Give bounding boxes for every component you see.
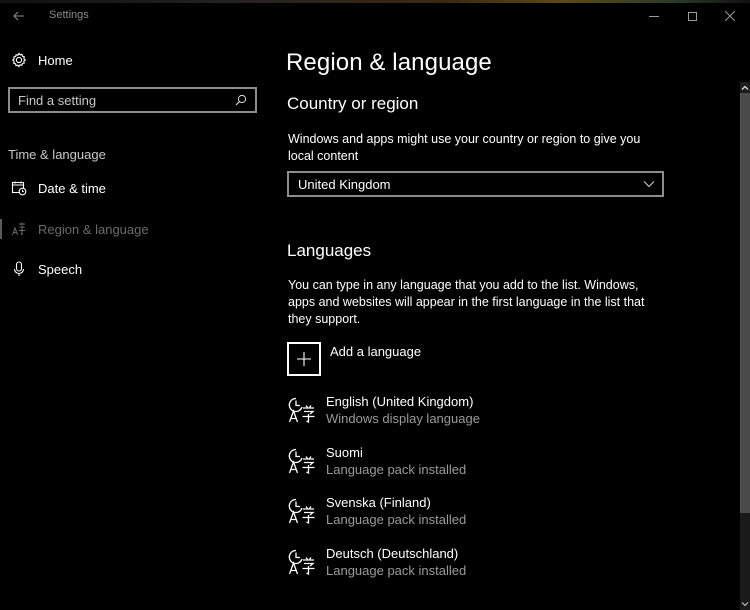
language-name: Svenska (Finland) [326, 495, 431, 510]
sidebar-item-speech[interactable]: Speech [0, 251, 270, 287]
close-icon [725, 11, 735, 21]
language-status: Language pack installed [326, 462, 467, 477]
language-status: Language pack installed [326, 563, 467, 578]
scroll-down-button[interactable] [740, 599, 750, 610]
country-heading: Country or region [287, 94, 419, 113]
scroll-thumb[interactable] [740, 93, 750, 513]
language-icon [10, 220, 28, 238]
language-pack-icon [287, 395, 317, 429]
sidebar-home[interactable]: Home [0, 46, 270, 74]
language-name: Deutsch (Deutschland) [326, 546, 459, 561]
scroll-up-button[interactable] [740, 82, 750, 93]
title-bar: Settings [0, 3, 750, 31]
plus-icon [287, 342, 321, 376]
arrow-left-icon [13, 11, 24, 21]
active-indicator [0, 219, 2, 239]
language-name: Suomi [326, 445, 363, 460]
sidebar-section-heading: Time & language [8, 147, 106, 162]
sidebar-item-date-time[interactable]: Date & time [0, 170, 270, 206]
search-box[interactable] [8, 87, 257, 113]
microphone-icon [10, 260, 28, 278]
language-pack-icon [287, 446, 317, 480]
minimize-button[interactable] [635, 3, 673, 29]
vertical-scrollbar[interactable] [740, 82, 750, 610]
country-selected-value: United Kingdom [298, 176, 391, 192]
add-language-button[interactable]: Add a language [287, 342, 421, 376]
sidebar-item-label: Region & language [38, 221, 149, 237]
language-list-item[interactable]: Svenska (Finland) Language pack installe… [287, 494, 647, 534]
country-description: Windows and apps might use your country … [288, 132, 641, 163]
page-title: Region & language [286, 49, 492, 76]
languages-heading: Languages [287, 241, 372, 260]
language-name: English (United Kingdom) [326, 394, 474, 409]
back-button[interactable] [6, 3, 32, 29]
calendar-clock-icon [10, 179, 28, 197]
language-pack-icon [287, 547, 317, 581]
language-status: Windows display language [326, 411, 480, 426]
country-dropdown[interactable]: United Kingdom [287, 171, 664, 197]
sidebar-item-label: Speech [38, 261, 83, 277]
language-list-item[interactable]: English (United Kingdom) Windows display… [287, 393, 647, 433]
home-label: Home [38, 52, 73, 68]
search-icon[interactable] [231, 90, 251, 110]
add-language-label: Add a language [330, 344, 422, 359]
app-title: Settings [49, 9, 89, 21]
language-pack-icon [287, 496, 317, 530]
gear-icon [10, 51, 28, 69]
chevron-down-icon [638, 173, 660, 195]
sidebar-item-region-language[interactable]: Region & language [0, 211, 270, 247]
language-status: Language pack installed [326, 512, 467, 527]
language-list-item[interactable]: Deutsch (Deutschland) Language pack inst… [287, 545, 647, 585]
search-input[interactable] [10, 92, 231, 108]
maximize-icon [687, 11, 697, 21]
chevron-up-icon [741, 85, 749, 90]
chevron-down-icon [741, 602, 749, 607]
sidebar-item-label: Date & time [38, 180, 106, 196]
maximize-button[interactable] [673, 3, 711, 29]
close-button[interactable] [711, 3, 749, 29]
languages-description: You can type in any language that you ad… [288, 278, 645, 326]
minimize-icon [649, 15, 659, 17]
language-list-item[interactable]: Suomi Language pack installed [287, 444, 647, 484]
